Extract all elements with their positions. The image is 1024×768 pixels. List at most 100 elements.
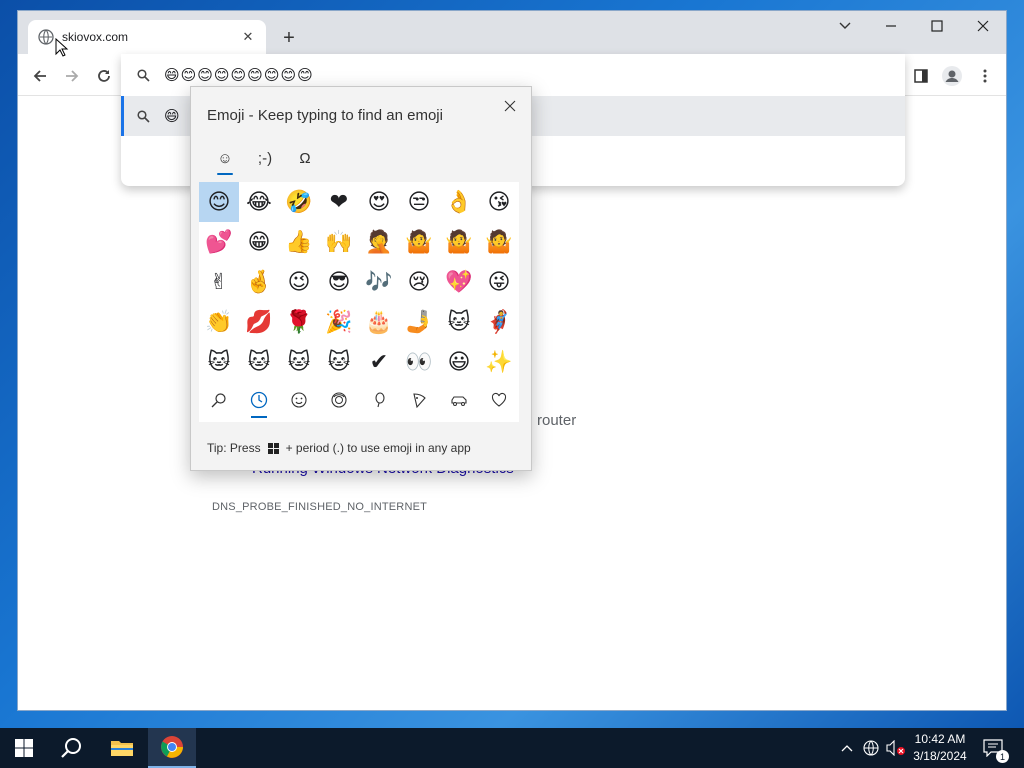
- emoji-cell[interactable]: 😊: [199, 182, 239, 222]
- file-explorer-button[interactable]: [98, 728, 146, 768]
- maximize-button[interactable]: [914, 11, 960, 41]
- emoji-picker: Emoji - Keep typing to find an emoji ☺ ;…: [190, 86, 532, 471]
- picker-tabs: ☺ ;-) Ω: [205, 143, 325, 175]
- emoji-cell[interactable]: 😂: [239, 182, 279, 222]
- emoji-cell[interactable]: 😜: [479, 262, 519, 302]
- emoji-cell[interactable]: 💖: [439, 262, 479, 302]
- emoji-cell[interactable]: 😍: [359, 182, 399, 222]
- emoji-cell[interactable]: 👀: [399, 342, 439, 382]
- emoji-cell[interactable]: 🎉: [319, 302, 359, 342]
- emoji-cell[interactable]: 🤣: [279, 182, 319, 222]
- category-symbols[interactable]: [479, 380, 519, 420]
- emoji-cell[interactable]: 🙌: [319, 222, 359, 262]
- picker-title: Emoji - Keep typing to find an emoji: [207, 107, 443, 124]
- title-bar: skiovox.com ✕ +: [18, 11, 1006, 54]
- emoji-cell[interactable]: 🎂: [359, 302, 399, 342]
- emoji-cell[interactable]: ✌: [199, 262, 239, 302]
- emoji-cell[interactable]: 👏: [199, 302, 239, 342]
- emoji-cell[interactable]: 🤷: [399, 222, 439, 262]
- address-input[interactable]: 😄😊😊😊😊😊😊😊😊: [164, 66, 314, 84]
- show-hidden-icons-button[interactable]: [836, 728, 858, 768]
- windows-start-icon: [15, 739, 33, 757]
- chevron-down-icon: [839, 22, 851, 29]
- tip-prefix: Tip: Press: [207, 441, 261, 455]
- close-icon: [504, 100, 516, 112]
- new-tab-button[interactable]: +: [276, 25, 302, 51]
- start-button[interactable]: [0, 728, 48, 768]
- side-panel-icon: [914, 69, 928, 83]
- emoji-cell[interactable]: 🤷: [479, 222, 519, 262]
- forward-button[interactable]: [58, 62, 86, 90]
- emoji-cell[interactable]: 👍: [279, 222, 319, 262]
- error-code: DNS_PROBE_FINISHED_NO_INTERNET: [212, 501, 428, 513]
- chrome-taskbar-button[interactable]: [148, 728, 196, 768]
- category-smileys[interactable]: [279, 380, 319, 420]
- reload-icon: [98, 70, 110, 82]
- network-button[interactable]: [860, 728, 882, 768]
- taskbar-clock[interactable]: 10:42 AM 3/18/2024: [910, 731, 970, 765]
- picker-close-button[interactable]: [497, 93, 523, 119]
- emoji-cell[interactable]: 🐱: [239, 342, 279, 382]
- emoji-cell[interactable]: 😒: [399, 182, 439, 222]
- search-button[interactable]: [48, 728, 96, 768]
- tab-symbols[interactable]: Ω: [285, 143, 325, 173]
- volume-button[interactable]: [884, 728, 908, 768]
- search-icon: [211, 393, 226, 408]
- windows-logo-icon: [267, 442, 279, 454]
- clock-date: 3/18/2024: [913, 749, 967, 763]
- food-icon: [413, 393, 426, 408]
- tab-kaomoji[interactable]: ;-): [245, 143, 285, 173]
- volume-muted-icon: [886, 740, 905, 756]
- emoji-cell[interactable]: 💋: [239, 302, 279, 342]
- emoji-cell[interactable]: 🐱: [199, 342, 239, 382]
- emoji-cell[interactable]: 😢: [399, 262, 439, 302]
- emoji-cell[interactable]: 🐱: [439, 302, 479, 342]
- minimize-button[interactable]: [868, 11, 914, 41]
- folder-icon: [111, 741, 133, 756]
- chrome-icon: [161, 736, 183, 758]
- category-search[interactable]: [199, 380, 239, 420]
- emoji-cell[interactable]: 🤷: [439, 222, 479, 262]
- emoji-cell[interactable]: 😃: [439, 342, 479, 382]
- emoji-cell[interactable]: 👌: [439, 182, 479, 222]
- emoji-cell[interactable]: ❤: [319, 182, 359, 222]
- emoji-cell[interactable]: 🤦: [359, 222, 399, 262]
- emoji-cell[interactable]: ✔: [359, 342, 399, 382]
- category-recent[interactable]: [239, 380, 279, 420]
- travel-icon: [451, 396, 467, 406]
- reload-button[interactable]: [90, 62, 118, 90]
- emoji-cell[interactable]: 😉: [279, 262, 319, 302]
- emoji-cell[interactable]: 🤳: [399, 302, 439, 342]
- close-window-button[interactable]: [960, 11, 1006, 41]
- back-button[interactable]: [26, 62, 54, 90]
- emoji-grid: 😊 😂 🤣 ❤ 😍 😒 👌 😘 💕 😁 👍 🙌 🤦 🤷 🤷 🤷 ✌ 🤞 😉 😎 🎶 😢 💖 😜 👏 💋 🌹 🎉 🎂 🤳 🐱 🦸 🐱 🐱 🐱 🐱 ✔ 👀 😃 ✨: [199, 182, 519, 382]
- emoji-cell[interactable]: 🦸: [479, 302, 519, 342]
- emoji-cell[interactable]: 😘: [479, 182, 519, 222]
- category-people[interactable]: [319, 380, 359, 420]
- emoji-cell[interactable]: 🐱: [319, 342, 359, 382]
- tab-search-button[interactable]: [822, 11, 868, 41]
- menu-button[interactable]: [972, 63, 998, 89]
- emoji-cell[interactable]: 💕: [199, 222, 239, 262]
- chevron-up-icon: [841, 745, 853, 752]
- category-travel[interactable]: [439, 380, 479, 420]
- celebration-icon: [375, 392, 385, 408]
- emoji-cell[interactable]: 🌹: [279, 302, 319, 342]
- tab-close-icon[interactable]: ✕: [240, 29, 256, 45]
- profile-button[interactable]: [939, 63, 965, 89]
- emoji-cell[interactable]: 🎶: [359, 262, 399, 302]
- taskbar: 10:42 AM 3/18/2024 1: [0, 728, 1024, 768]
- emoji-cell[interactable]: 🤞: [239, 262, 279, 302]
- category-bar: [199, 380, 519, 422]
- emoji-cell[interactable]: 🐱: [279, 342, 319, 382]
- search-icon: [137, 109, 150, 123]
- category-food[interactable]: [399, 380, 439, 420]
- tab-emoji[interactable]: ☺: [205, 143, 245, 175]
- emoji-cell[interactable]: 😎: [319, 262, 359, 302]
- emoji-cell[interactable]: 😁: [239, 222, 279, 262]
- search-icon: [137, 68, 150, 82]
- side-panel-button[interactable]: [908, 63, 934, 89]
- tip-suffix: + period (.) to use emoji in any app: [285, 441, 471, 455]
- category-celebrations[interactable]: [359, 380, 399, 420]
- emoji-cell[interactable]: ✨: [479, 342, 519, 382]
